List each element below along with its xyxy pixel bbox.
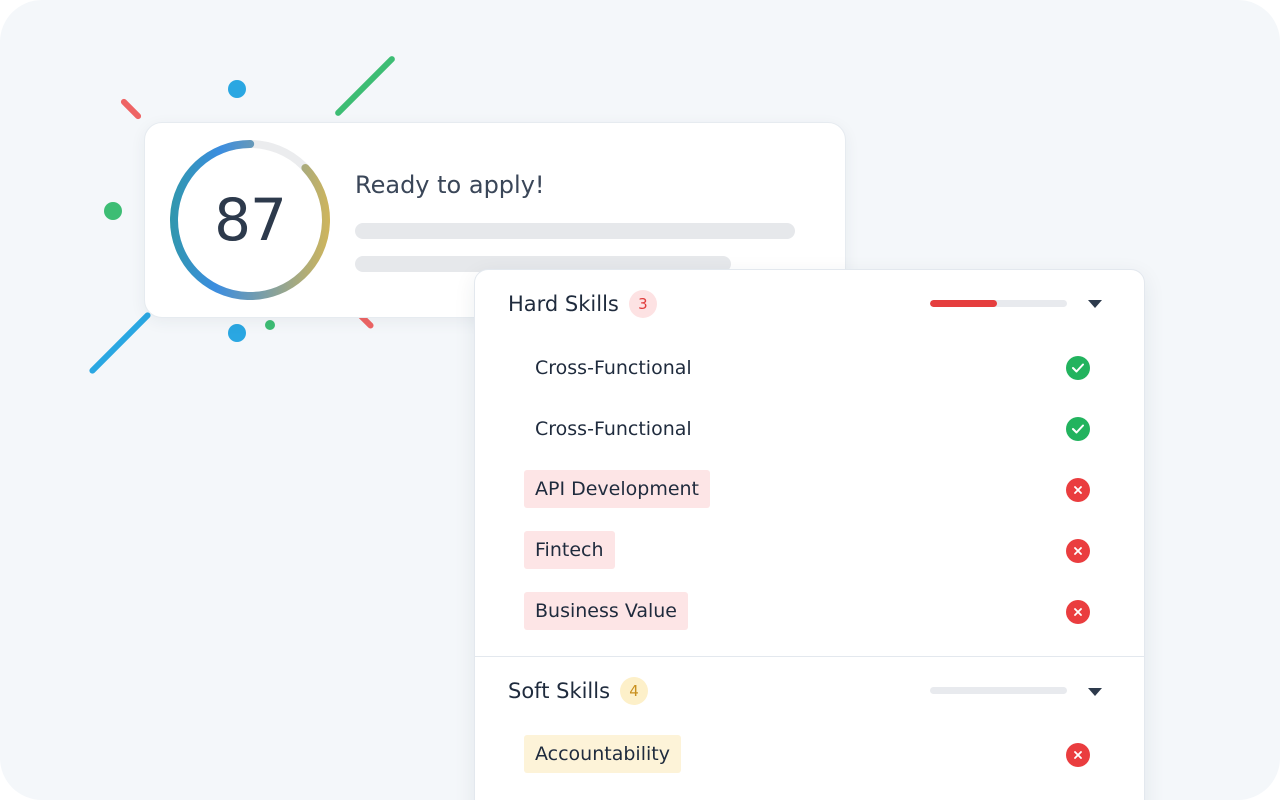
confetti-line <box>333 54 397 118</box>
chevron-down-icon[interactable] <box>1087 684 1103 700</box>
section-divider <box>475 656 1144 657</box>
chevron-down-icon[interactable] <box>1087 296 1103 312</box>
soft-skills-progress <box>930 687 1067 694</box>
placeholder-line <box>355 223 795 239</box>
skill-item: Business Value <box>524 592 688 630</box>
skill-label: Cross-Functional <box>535 357 692 379</box>
soft-skills-title: Soft Skills <box>508 679 611 703</box>
confetti-dot <box>104 202 122 220</box>
skill-label: Business Value <box>524 592 688 630</box>
hard-skills-progress-fill <box>930 300 998 307</box>
x-circle-icon <box>1066 539 1090 563</box>
app-frame: 87 Ready to apply! Hard Skills 3 Cross-F… <box>0 0 1280 800</box>
x-circle-icon <box>1066 478 1090 502</box>
skill-item: Cross-Functional <box>524 410 703 448</box>
confetti-dot <box>265 320 275 330</box>
confetti-dot <box>228 80 246 98</box>
check-circle-icon <box>1066 417 1090 441</box>
confetti-line <box>119 97 143 121</box>
confetti-dot <box>228 324 246 342</box>
check-circle-icon <box>1066 356 1090 380</box>
skills-panel: Hard Skills 3 Cross-Functional Cross-Fun… <box>474 269 1145 800</box>
score-value: 87 <box>214 186 287 254</box>
skill-item: Accountability <box>524 735 681 773</box>
hard-skills-header[interactable]: Hard Skills 3 <box>508 286 657 322</box>
x-circle-icon <box>1066 600 1090 624</box>
skill-item: Fintech <box>524 531 615 569</box>
skill-label: Cross-Functional <box>535 418 692 440</box>
hard-skills-progress <box>930 300 1067 307</box>
soft-skills-count-badge: 4 <box>620 677 649 705</box>
confetti-line <box>88 311 152 375</box>
x-circle-icon <box>1066 743 1090 767</box>
skill-item: Cross-Functional <box>524 349 703 387</box>
skill-item: API Development <box>524 470 711 508</box>
soft-skills-header[interactable]: Soft Skills 4 <box>508 673 649 709</box>
hard-skills-count-badge: 3 <box>628 290 657 318</box>
score-title: Ready to apply! <box>355 171 545 199</box>
skill-label: API Development <box>524 470 711 508</box>
skill-label: Accountability <box>524 735 681 773</box>
skill-label: Fintech <box>524 531 615 569</box>
hard-skills-title: Hard Skills <box>508 292 619 316</box>
